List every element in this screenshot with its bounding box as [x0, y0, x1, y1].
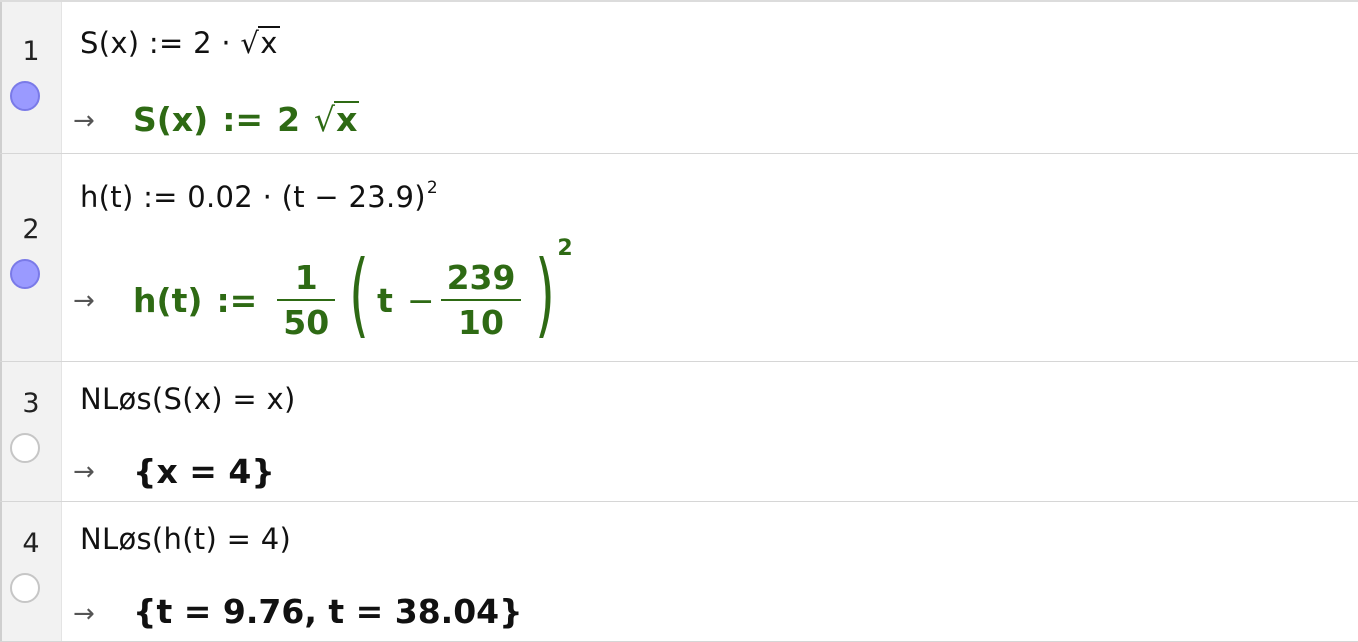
output-lhs: h(t) [133, 280, 203, 320]
sqrt-argument: x [258, 26, 280, 60]
cas-row-3[interactable]: 3 NLøs(S(x) = x) → {x = 4} [0, 362, 1358, 502]
row-number: 2 [22, 214, 40, 245]
numerator: 239 [446, 258, 516, 297]
row-header[interactable] [0, 2, 62, 153]
visibility-marble-on[interactable] [10, 259, 40, 289]
fraction-coefficient: 1 50 [277, 258, 336, 342]
assign-symbol: := [216, 280, 258, 320]
sqrt-symbol: √x [314, 100, 360, 139]
output-arrow-icon: → [73, 286, 95, 316]
visibility-marble-off[interactable] [10, 433, 40, 463]
assign-symbol: := [222, 100, 264, 139]
sqrt-argument: x [334, 100, 360, 139]
row-header[interactable] [0, 362, 62, 501]
output-lhs: S(x) [133, 100, 209, 139]
close-paren: ) [535, 241, 556, 348]
row-number: 4 [22, 528, 40, 559]
cas-input[interactable]: h(t) := 0.02 · (t − 23.9)2 [80, 178, 438, 214]
cas-output: {x = 4} [133, 452, 275, 491]
cas-row-4[interactable]: 4 NLøs(h(t) = 4) → {t = 9.76, t = 38.04} [0, 502, 1358, 642]
sqrt-symbol: √x [240, 26, 280, 60]
row-number: 3 [22, 388, 40, 419]
input-exponent: 2 [426, 178, 439, 198]
coefficient: 2 [277, 100, 301, 139]
cas-view: 1 S(x) := 2 · √x → S(x) := 2 √x 2 h(t) := 0… [0, 0, 1358, 642]
denominator: 50 [283, 303, 330, 342]
output-arrow-icon: → [73, 106, 95, 136]
input-text: h(t) := 0.02 · (t − 23.9) [80, 180, 426, 214]
fraction-shift: 239 10 [440, 258, 522, 342]
row-header[interactable] [0, 154, 62, 361]
cas-row-1[interactable]: 1 S(x) := 2 · √x → S(x) := 2 √x [0, 2, 1358, 154]
cas-input[interactable]: NLøs(h(t) = 4) [80, 522, 291, 556]
cas-output: h(t) := 1 50 ( t − 239 10 ) 2 [133, 236, 573, 358]
cas-input[interactable]: S(x) := 2 · √x [80, 26, 280, 60]
cas-input[interactable]: NLøs(S(x) = x) [80, 382, 296, 416]
row-header[interactable] [0, 502, 62, 641]
minus-sign: − [406, 280, 435, 320]
denominator: 10 [458, 303, 504, 342]
variable: t [377, 280, 393, 320]
input-text: S(x) := 2 · [80, 26, 241, 60]
cas-output: S(x) := 2 √x [133, 100, 360, 139]
row-number: 1 [22, 36, 40, 67]
numerator: 1 [294, 258, 318, 297]
output-arrow-icon: → [73, 599, 95, 629]
cas-output: {t = 9.76, t = 38.04} [133, 592, 523, 631]
open-paren: ( [349, 241, 370, 348]
cas-row-2[interactable]: 2 h(t) := 0.02 · (t − 23.9)2 → h(t) := 1… [0, 154, 1358, 362]
visibility-marble-on[interactable] [10, 81, 40, 111]
exponent: 2 [557, 236, 573, 261]
visibility-marble-off[interactable] [10, 573, 40, 603]
output-arrow-icon: → [73, 457, 95, 487]
